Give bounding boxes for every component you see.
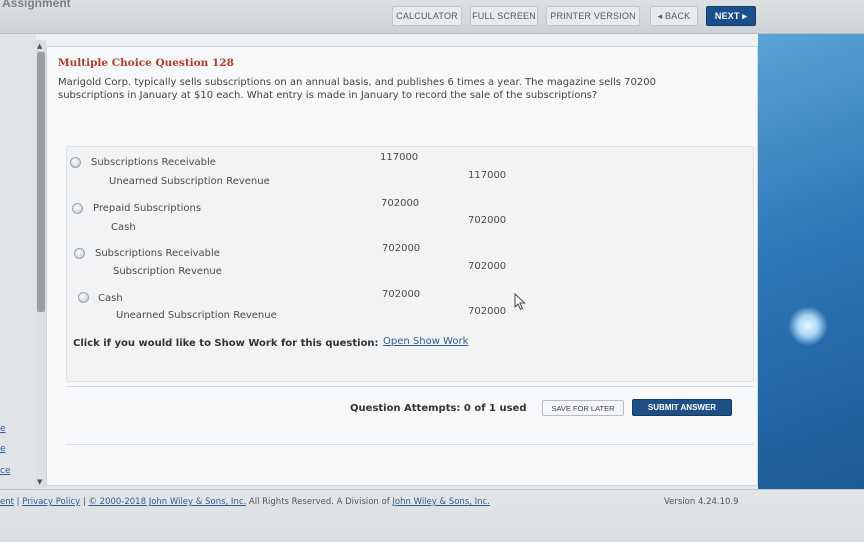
- company-link[interactable]: John Wiley & Sons, Inc.: [392, 497, 490, 507]
- desktop-background: [758, 34, 864, 489]
- choice-1-radio[interactable]: [70, 157, 81, 168]
- app-title: Assignment: [2, 0, 71, 10]
- footer-separator: |: [16, 497, 20, 507]
- choice-4-debit-account: Cash: [98, 293, 123, 304]
- footer-prefix[interactable]: ent: [0, 497, 14, 507]
- choice-3-debit-account: Subscriptions Receivable: [95, 248, 220, 259]
- choice-2-radio[interactable]: [72, 203, 83, 214]
- left-nav-fragment[interactable]: ce: [0, 466, 11, 476]
- choice-4-debit-amount: 702000: [382, 289, 421, 300]
- choice-3-credit-account: Subscription Revenue: [113, 266, 222, 277]
- left-nav-fragment[interactable]: e: [0, 444, 6, 454]
- footer-text: ent | Privacy Policy | © 2000-2018 John …: [0, 497, 490, 507]
- choice-2-debit-amount: 702000: [381, 198, 420, 209]
- scrollbar-thumb[interactable]: [37, 52, 45, 312]
- footer-rights: All Rights Reserved. A Division of: [248, 497, 390, 507]
- choice-2-credit-account: Cash: [111, 222, 136, 233]
- question-attempts: Question Attempts: 0 of 1 used: [350, 403, 527, 414]
- choice-1-debit-account: Subscriptions Receivable: [91, 157, 216, 168]
- choice-1-credit-account: Unearned Subscription Revenue: [109, 176, 270, 187]
- left-nav-fragment[interactable]: e: [0, 424, 6, 434]
- choice-3-credit-amount: 702000: [468, 261, 507, 272]
- choice-2-debit-account: Prepaid Subscriptions: [93, 203, 202, 214]
- next-button[interactable]: NEXT ▸: [706, 6, 756, 26]
- save-for-later-button[interactable]: SAVE FOR LATER: [542, 400, 624, 416]
- choice-3-radio[interactable]: [74, 248, 85, 259]
- choice-1-debit-amount: 117000: [380, 152, 419, 163]
- left-nav-strip: e e ce ce: [0, 34, 36, 502]
- footer-separator: |: [82, 497, 86, 507]
- scroll-down-icon[interactable]: ▼: [37, 478, 42, 486]
- version-label: Version 4.24.10.9: [664, 497, 739, 507]
- choice-4-credit-amount: 702000: [468, 306, 507, 317]
- top-toolbar: Assignment CALCULATOR FULL SCREEN PRINTE…: [0, 0, 864, 34]
- printer-version-button[interactable]: PRINTER VERSION: [546, 6, 640, 26]
- question-title: Multiple Choice Question 128: [58, 57, 234, 69]
- back-button[interactable]: ◂ BACK: [650, 6, 698, 26]
- choice-3-debit-amount: 702000: [382, 243, 421, 254]
- choice-1-credit-amount: 117000: [468, 170, 507, 181]
- lower-divider: [66, 444, 754, 445]
- mouse-cursor-icon: [514, 293, 526, 311]
- choice-4-credit-account: Unearned Subscription Revenue: [116, 310, 277, 321]
- choice-4-radio[interactable]: [78, 292, 89, 303]
- show-work-label: Click if you would like to Show Work for…: [73, 338, 379, 349]
- privacy-policy-link[interactable]: Privacy Policy: [22, 497, 80, 507]
- copyright-link[interactable]: © 2000-2018 John Wiley & Sons, Inc.: [88, 497, 246, 507]
- choice-2-credit-amount: 702000: [468, 215, 507, 226]
- submit-answer-button[interactable]: SUBMIT ANSWER: [632, 399, 732, 416]
- desktop-glow-icon: [788, 306, 828, 346]
- browser-viewport: Assignment CALCULATOR FULL SCREEN PRINTE…: [0, 0, 864, 542]
- question-text: Marigold Corp. typically sells subscript…: [58, 77, 656, 101]
- scroll-up-icon[interactable]: ▲: [37, 42, 42, 50]
- calculator-button[interactable]: CALCULATOR: [392, 6, 462, 26]
- open-show-work-link[interactable]: Open Show Work: [383, 336, 468, 347]
- section-divider: [66, 386, 754, 387]
- full-screen-button[interactable]: FULL SCREEN: [470, 6, 538, 26]
